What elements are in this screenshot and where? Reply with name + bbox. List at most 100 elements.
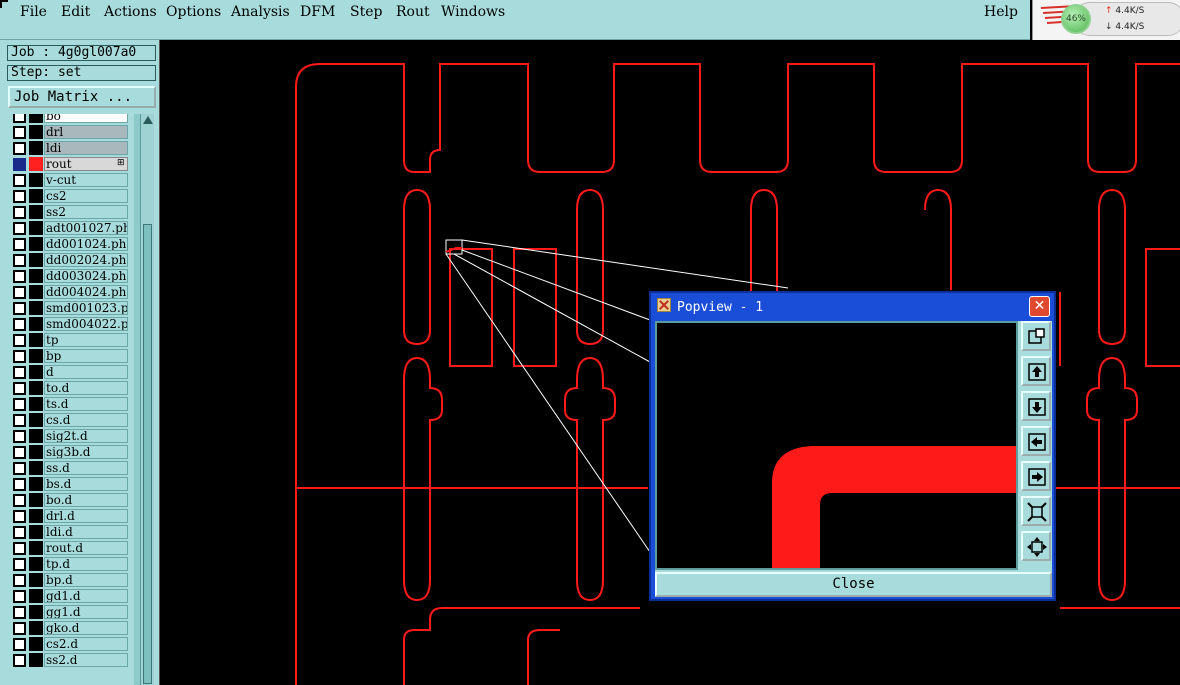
- menu-rout[interactable]: Rout: [396, 4, 430, 20]
- layer-checkbox[interactable]: [13, 366, 26, 379]
- layer-row[interactable]: gd1.d: [8, 588, 130, 604]
- layer-name[interactable]: smd001023.ph: [44, 301, 128, 315]
- layer-checkbox[interactable]: [13, 222, 26, 235]
- layer-name[interactable]: ldi: [44, 141, 128, 155]
- popview-close-x-button[interactable]: ✕: [1029, 296, 1050, 317]
- layer-row[interactable]: bo: [8, 114, 130, 124]
- layer-name[interactable]: v-cut: [44, 173, 128, 187]
- layer-row[interactable]: bs.d: [8, 476, 130, 492]
- menu-analysis[interactable]: Analysis: [231, 4, 290, 20]
- layer-name[interactable]: rout: [44, 157, 128, 171]
- layer-name[interactable]: gko.d: [44, 621, 128, 635]
- layer-name[interactable]: tp: [44, 333, 128, 347]
- layer-row[interactable]: cs2: [8, 188, 130, 204]
- layer-name[interactable]: bp.d: [44, 573, 128, 587]
- layer-name[interactable]: dd004024.pho: [44, 285, 128, 299]
- layer-name[interactable]: gg1.d: [44, 605, 128, 619]
- layer-checkbox[interactable]: [13, 206, 26, 219]
- layer-name[interactable]: d: [44, 365, 128, 379]
- layer-checkbox[interactable]: [13, 238, 26, 251]
- layer-row[interactable]: rout ⊞: [8, 156, 130, 172]
- layer-row[interactable]: ss.d: [8, 460, 130, 476]
- layer-name[interactable]: rout.d: [44, 541, 128, 555]
- layer-checkbox[interactable]: [13, 254, 26, 267]
- layer-row[interactable]: v-cut: [8, 172, 130, 188]
- layer-row[interactable]: tp.d: [8, 556, 130, 572]
- layer-name[interactable]: drl: [44, 125, 128, 139]
- layer-checkbox[interactable]: [13, 462, 26, 475]
- layer-checkbox[interactable]: [13, 606, 26, 619]
- layer-checkbox[interactable]: [13, 190, 26, 203]
- layer-name[interactable]: cs.d: [44, 413, 128, 427]
- layer-row[interactable]: drl.d: [8, 508, 130, 524]
- layer-checkbox[interactable]: [13, 414, 26, 427]
- menu-help[interactable]: Help: [984, 4, 1018, 20]
- layer-checkbox[interactable]: [13, 126, 26, 139]
- layer-row[interactable]: ldi.d: [8, 524, 130, 540]
- layer-row[interactable]: d: [8, 364, 130, 380]
- layer-checkbox[interactable]: [13, 574, 26, 587]
- layer-name[interactable]: ss2.d: [44, 653, 128, 667]
- layer-name[interactable]: ldi.d: [44, 525, 128, 539]
- menu-file[interactable]: File: [20, 4, 47, 20]
- scroll-thumb[interactable]: [143, 224, 152, 684]
- popview-close-button[interactable]: Close: [655, 572, 1052, 597]
- layer-checkbox[interactable]: [13, 654, 26, 667]
- layer-checkbox[interactable]: [13, 382, 26, 395]
- layer-checkbox[interactable]: [13, 350, 26, 363]
- layer-name[interactable]: sig3b.d: [44, 445, 128, 459]
- scroll-up-icon[interactable]: [143, 116, 153, 124]
- layer-row[interactable]: cs2.d: [8, 636, 130, 652]
- layer-checkbox[interactable]: [13, 174, 26, 187]
- layer-row[interactable]: drl: [8, 124, 130, 140]
- layer-checkbox[interactable]: [13, 526, 26, 539]
- pan-left-button[interactable]: [1021, 426, 1051, 456]
- layer-name[interactable]: gd1.d: [44, 589, 128, 603]
- layer-name[interactable]: dd002024.pho: [44, 253, 128, 267]
- layer-row[interactable]: bp: [8, 348, 130, 364]
- layer-row[interactable]: sig2t.d: [8, 428, 130, 444]
- layer-checkbox[interactable]: [13, 590, 26, 603]
- zoom-home-button[interactable]: [1021, 531, 1051, 561]
- layer-name[interactable]: ss.d: [44, 461, 128, 475]
- layer-checkbox[interactable]: [13, 114, 26, 123]
- layer-expand-icon[interactable]: ⊞: [117, 158, 125, 168]
- layer-name[interactable]: bp: [44, 349, 128, 363]
- layer-scrollbar[interactable]: [140, 114, 154, 685]
- layer-name[interactable]: to.d: [44, 381, 128, 395]
- zoom-fit-button[interactable]: [1021, 496, 1051, 526]
- layer-name[interactable]: bo.d: [44, 493, 128, 507]
- layer-name[interactable]: adt001027.ph: [44, 221, 128, 235]
- layer-checkbox[interactable]: [13, 334, 26, 347]
- layer-row[interactable]: adt001027.ph: [8, 220, 130, 236]
- layer-row[interactable]: ss2.d: [8, 652, 130, 668]
- job-matrix-button[interactable]: Job Matrix ...: [8, 86, 156, 108]
- layer-checkbox[interactable]: [13, 270, 26, 283]
- layer-name[interactable]: bo: [44, 114, 128, 123]
- layer-row[interactable]: dd001024.pho: [8, 236, 130, 252]
- layer-checkbox[interactable]: [13, 478, 26, 491]
- layer-row[interactable]: dd002024.pho: [8, 252, 130, 268]
- layer-name[interactable]: ts.d: [44, 397, 128, 411]
- layer-row[interactable]: smd001023.ph: [8, 300, 130, 316]
- layer-row[interactable]: gg1.d: [8, 604, 130, 620]
- layer-name[interactable]: cs2: [44, 189, 128, 203]
- layer-checkbox[interactable]: [13, 638, 26, 651]
- layer-row[interactable]: dd004024.pho: [8, 284, 130, 300]
- layer-name[interactable]: dd003024.pho: [44, 269, 128, 283]
- layer-checkbox[interactable]: [13, 558, 26, 571]
- layer-name[interactable]: bs.d: [44, 477, 128, 491]
- menu-actions[interactable]: Actions: [104, 4, 157, 20]
- layer-row[interactable]: ss2: [8, 204, 130, 220]
- layer-row[interactable]: ts.d: [8, 396, 130, 412]
- layer-row[interactable]: tp: [8, 332, 130, 348]
- menu-windows[interactable]: Windows: [441, 4, 505, 20]
- layer-row[interactable]: smd004022.ph: [8, 316, 130, 332]
- layer-checkbox[interactable]: [13, 142, 26, 155]
- layer-row[interactable]: gko.d: [8, 620, 130, 636]
- menu-edit[interactable]: Edit: [61, 4, 90, 20]
- layer-name[interactable]: tp.d: [44, 557, 128, 571]
- layer-checkbox[interactable]: [13, 302, 26, 315]
- zoom-window-button[interactable]: [1021, 321, 1051, 351]
- menu-dfm[interactable]: DFM: [300, 4, 335, 20]
